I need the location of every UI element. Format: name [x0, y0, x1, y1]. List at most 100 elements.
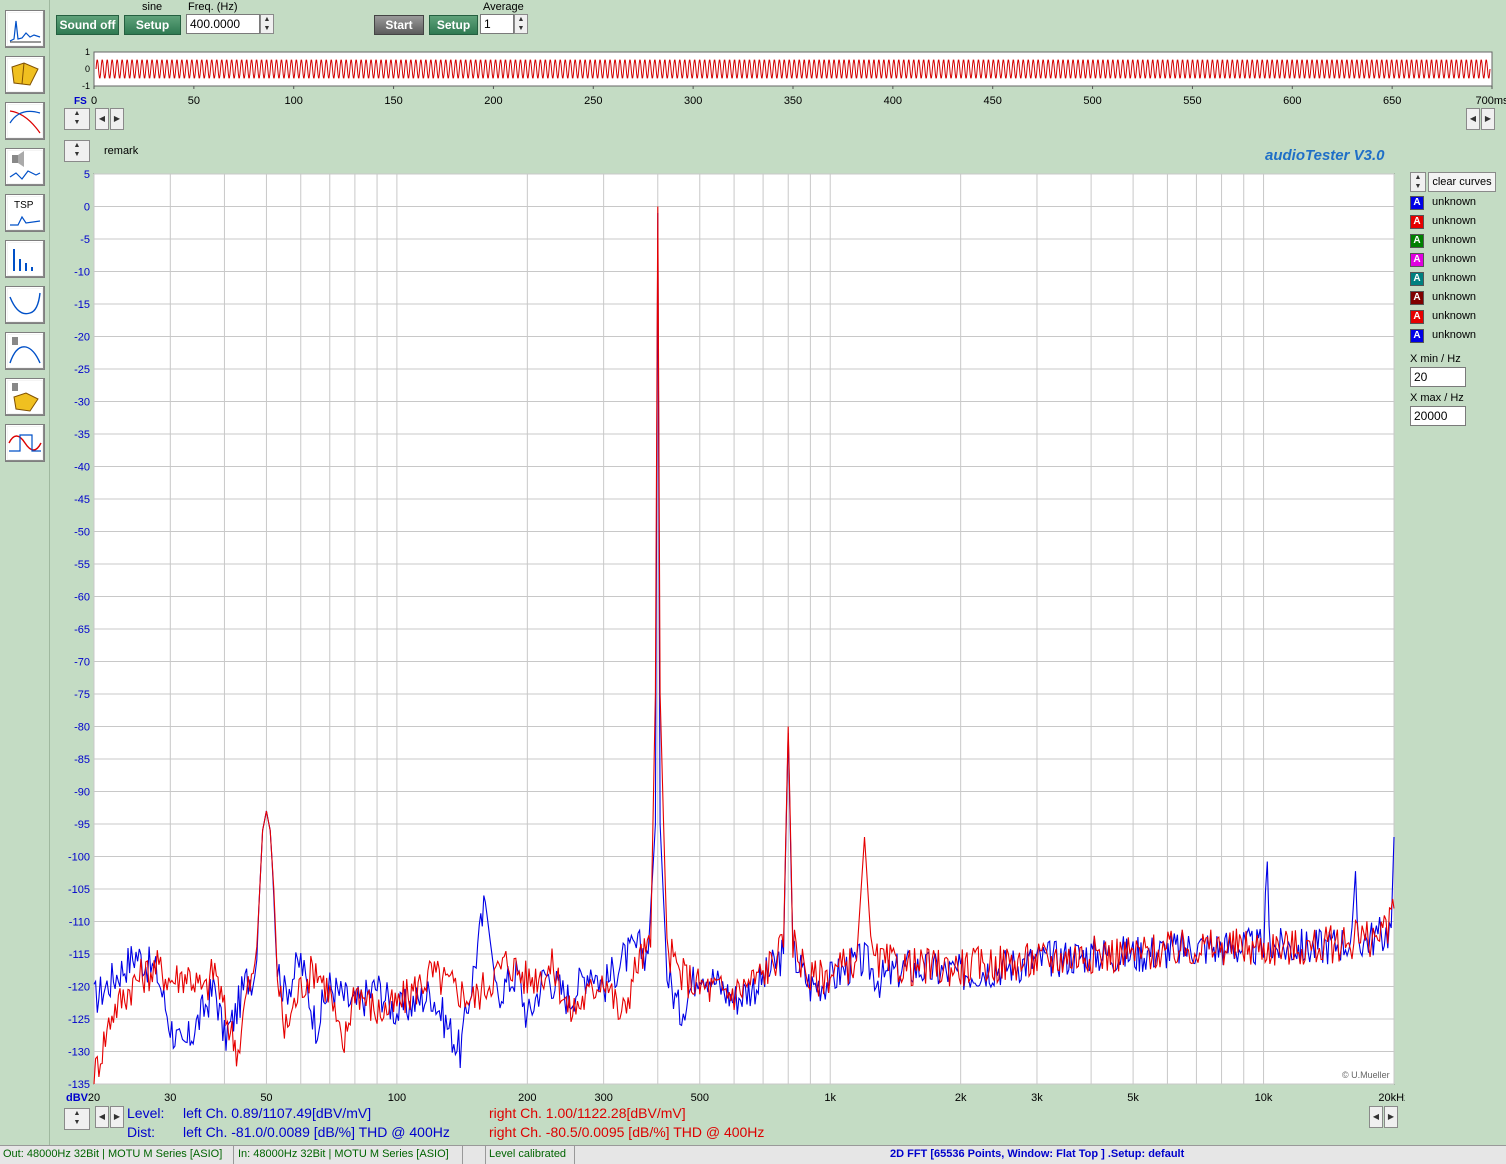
signal-type-label: sine: [142, 1, 163, 13]
scope-fs-label: FS: [74, 96, 87, 107]
scope-x-tick: 550: [1183, 95, 1201, 107]
legend-swatch-icon[interactable]: A: [1410, 253, 1424, 267]
y-tick-label: -70: [74, 657, 90, 669]
x-tick-label: 10k: [1255, 1092, 1273, 1104]
x-tick-label: 50: [260, 1092, 272, 1104]
status-input-device: In: 48000Hz 32Bit | MOTU M Series [ASIO]: [238, 1148, 449, 1160]
y-tick-label: 0: [84, 202, 90, 214]
scope-zoom-right[interactable]: ▶: [1481, 108, 1495, 130]
sidebar-frequency-response-icon[interactable]: [5, 102, 45, 140]
x-zoom-right[interactable]: ▶: [1384, 1106, 1398, 1128]
legend-swatch-icon[interactable]: A: [1410, 329, 1424, 343]
dist-label: Dist:: [127, 1124, 155, 1140]
y-tick-label: -40: [74, 462, 90, 474]
sidebar-speaker-response-icon[interactable]: [5, 332, 45, 370]
remark-updown[interactable]: ▲ ▼: [64, 140, 90, 162]
y-tick-label: -20: [74, 332, 90, 344]
copyright-label: © U.Mueller: [1342, 1070, 1390, 1080]
y-tick-label: 5: [84, 169, 90, 181]
y-tick-label: -30: [74, 397, 90, 409]
y-tick-label: -80: [74, 722, 90, 734]
scope-y-tick: -1: [82, 81, 90, 91]
y-tick-label: -45: [74, 494, 90, 506]
scope-zoom-left[interactable]: ◀: [1466, 108, 1480, 130]
left-dist-readout: left Ch. -81.0/0.0089 [dB/%] THD @ 400Hz: [183, 1124, 450, 1140]
legend-curve-name: unknown: [1432, 215, 1477, 227]
xmax-label: X max / Hz: [1410, 392, 1464, 404]
y-tick-label: -105: [68, 884, 90, 896]
y-tick-label: -35: [74, 429, 90, 441]
xmin-input[interactable]: [1410, 367, 1466, 387]
sidebar-fft-analyzer-icon[interactable]: [5, 10, 45, 48]
remark-label: remark: [104, 145, 139, 157]
sidebar-tsp-measurement-icon[interactable]: TSP: [5, 194, 45, 232]
sidebar-speaker-book-icon[interactable]: [5, 378, 45, 416]
x-scroll-right[interactable]: ▶: [110, 1106, 124, 1128]
legend-swatch-icon[interactable]: A: [1410, 234, 1424, 248]
sidebar-speaker-impedance-icon[interactable]: [5, 148, 45, 186]
frequency-spinner[interactable]: ▲ ▼: [260, 14, 274, 34]
x-tick-label: 30: [164, 1092, 176, 1104]
legend-swatch-icon[interactable]: A: [1410, 291, 1424, 305]
y-tick-label: -125: [68, 1014, 90, 1026]
x-tick-label: 200: [518, 1092, 536, 1104]
y-tick-label: -120: [68, 982, 90, 994]
legend-swatch-icon[interactable]: A: [1410, 215, 1424, 229]
sound-off-button[interactable]: Sound off: [56, 15, 119, 35]
sidebar-spectrum-bars-icon[interactable]: [5, 240, 45, 278]
scope-scroll-left[interactable]: ◀: [95, 108, 109, 130]
y-tick-label: -15: [74, 299, 90, 311]
legend-swatch-icon[interactable]: A: [1410, 196, 1424, 210]
scope-x-tick: 250: [584, 95, 602, 107]
scope-x-tick: 300: [684, 95, 702, 107]
fft-chart: 50-5-10-15-20-25-30-35-40-45-50-55-60-65…: [66, 169, 1405, 1104]
tsp-text: TSP: [14, 200, 34, 211]
scope-x-tick: 150: [384, 95, 402, 107]
legend-curve-name: unknown: [1432, 310, 1477, 322]
sidebar-oscilloscope-icon[interactable]: [5, 424, 45, 462]
y-tick-label: -25: [74, 364, 90, 376]
scope-x-tick: 700ms: [1475, 95, 1506, 107]
status-bar: Out: 48000Hz 32Bit | MOTU M Series [ASIO…: [0, 1145, 1506, 1164]
scope-x-tick: 450: [984, 95, 1002, 107]
freq-label: Freq. (Hz): [188, 1, 238, 13]
sidebar-impedance-curve-icon[interactable]: [5, 286, 45, 324]
legend-updown[interactable]: ▲ ▼: [1410, 172, 1426, 192]
y-tick-label: -115: [69, 949, 90, 961]
average-input[interactable]: [480, 14, 514, 34]
x-tick-label: 1k: [824, 1092, 836, 1104]
status-fft-setup: 2D FFT [65536 Points, Window: Flat Top ]…: [890, 1148, 1185, 1160]
right-level-readout: right Ch. 1.00/1122.28[dBV/mV]: [489, 1105, 686, 1121]
y-tick-label: -55: [74, 559, 90, 571]
sidebar-sweep-book-icon[interactable]: [5, 56, 45, 94]
x-tick-label: 20kHz: [1378, 1092, 1405, 1104]
x-zoom-left[interactable]: ◀: [1369, 1106, 1383, 1128]
analyzer-setup-button[interactable]: Setup: [429, 15, 478, 35]
x-tick-label: 3k: [1031, 1092, 1043, 1104]
clear-curves-button[interactable]: clear curves: [1428, 172, 1496, 192]
scope-x-tick: 500: [1083, 95, 1101, 107]
left-level-readout: left Ch. 0.89/1107.49[dBV/mV]: [183, 1105, 372, 1121]
scope-x-tick: 200: [484, 95, 502, 107]
scope-scroll-right[interactable]: ▶: [110, 108, 124, 130]
start-button[interactable]: Start: [374, 15, 424, 35]
scope-scale-updown[interactable]: ▲ ▼: [64, 108, 90, 130]
y-axis-unit: dBV: [66, 1092, 89, 1104]
legend-swatch-icon[interactable]: A: [1410, 310, 1424, 324]
xmax-input[interactable]: [1410, 406, 1466, 426]
y-scale-updown[interactable]: ▲ ▼: [64, 1108, 90, 1130]
x-tick-label: 2k: [955, 1092, 967, 1104]
legend-curve-name: unknown: [1432, 234, 1477, 246]
scope-x-tick: 650: [1383, 95, 1401, 107]
y-tick-label: -100: [68, 852, 90, 864]
signal-setup-button[interactable]: Setup: [124, 15, 181, 35]
status-output-device: Out: 48000Hz 32Bit | MOTU M Series [ASIO…: [3, 1148, 223, 1160]
x-scroll-left[interactable]: ◀: [95, 1106, 109, 1128]
legend-swatch-icon[interactable]: A: [1410, 272, 1424, 286]
average-label: Average: [483, 1, 524, 13]
average-spinner[interactable]: ▲ ▼: [514, 14, 528, 34]
frequency-input[interactable]: [186, 14, 260, 34]
y-tick-label: -10: [74, 267, 90, 279]
scope-y-tick: 1: [85, 47, 90, 57]
scope-x-tick: 100: [285, 95, 303, 107]
